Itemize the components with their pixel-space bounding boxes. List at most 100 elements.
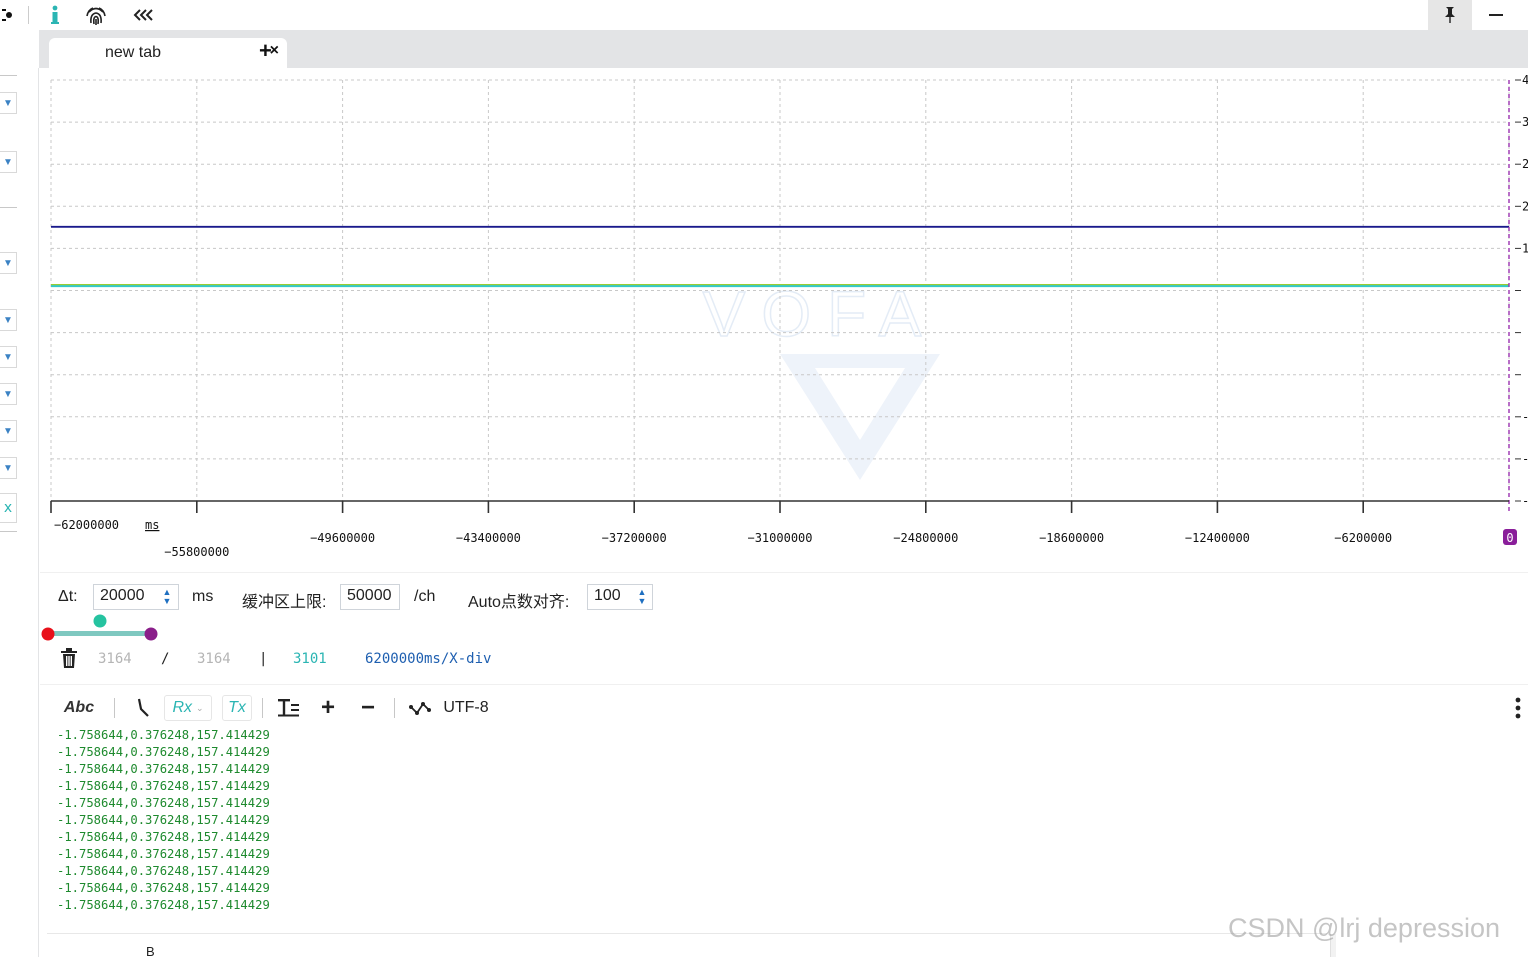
text-mode-button[interactable]: Abc xyxy=(62,695,96,721)
status-row: 3164 / 3164 | 3101 6200000ms/X-div xyxy=(40,646,1528,676)
log-line: -1.758644,0.376248,157.414429 xyxy=(57,762,270,776)
left-side-panel: ▼ ▼ ▼ ▼ ▼ ▼ ▼ ▼ x xyxy=(0,30,18,957)
dt-stepper[interactable]: ▲ ▼ xyxy=(157,584,177,610)
x-axis-ticks: −62000000 −55800000 −49600000 −43400000 −372… xyxy=(50,501,1392,559)
slider-mid-handle[interactable] xyxy=(93,614,107,628)
screenshot-icon[interactable] xyxy=(0,0,18,30)
right-axis-label: 1 xyxy=(1522,241,1528,255)
dt-unit: ms xyxy=(192,588,214,605)
receive-log[interactable]: -1.758644,0.376248,157.414429 -1.758644,0… xyxy=(57,727,270,914)
tab-new-tab[interactable]: new tab × xyxy=(49,38,287,68)
plot-mode-icon[interactable] xyxy=(408,695,432,721)
chevron-down-icon[interactable]: ▼ xyxy=(0,309,17,331)
x-tick-label: −37200000 xyxy=(602,531,667,545)
slider-end-handle[interactable] xyxy=(144,627,158,641)
x-axis-unit: ms xyxy=(145,518,159,532)
info-icon[interactable] xyxy=(44,0,66,30)
chevron-down-icon[interactable]: ▼ xyxy=(0,252,17,274)
tx-toggle[interactable]: Tx xyxy=(222,695,252,721)
x-tick-label: −12400000 xyxy=(1185,531,1250,545)
chevron-down-icon[interactable]: ▼ xyxy=(0,346,17,368)
count-separator: / xyxy=(161,651,170,667)
x-tick-label: −43400000 xyxy=(456,531,521,545)
log-line: -1.758644,0.376248,157.414429 xyxy=(57,796,270,810)
chart-grid xyxy=(50,79,1510,502)
zoom-in-button[interactable]: + xyxy=(316,694,340,721)
log-line: -1.758644,0.376248,157.414429 xyxy=(57,779,270,793)
more-options-icon[interactable] xyxy=(1508,695,1528,721)
x-tick-label: −18600000 xyxy=(1039,531,1104,545)
buffer-input[interactable]: 50000 xyxy=(340,584,400,610)
pin-button[interactable] xyxy=(1428,0,1472,30)
add-tab-button[interactable]: + xyxy=(259,40,272,62)
send-area-label: B xyxy=(146,944,155,957)
zoom-out-button[interactable]: − xyxy=(356,694,380,721)
right-axis-label: - xyxy=(1522,410,1528,424)
x-tick-label: −31000000 xyxy=(747,531,812,545)
watermark-text: VOFA xyxy=(703,278,938,350)
status-separator: | xyxy=(259,651,268,667)
trash-icon[interactable] xyxy=(60,648,78,672)
log-line: -1.758644,0.376248,157.414429 xyxy=(57,847,270,861)
buffer-unit: /ch xyxy=(414,588,436,605)
dt-label: Δt: xyxy=(58,588,78,605)
total-count: 3164 xyxy=(197,651,231,667)
chevron-down-icon[interactable]: ▼ xyxy=(0,151,17,173)
right-axis-label: 2 xyxy=(1522,157,1528,171)
x-div-scale: 6200000ms/X-div xyxy=(365,651,492,667)
top-toolbar xyxy=(0,0,1528,30)
rx-toggle[interactable]: Rx ⌄ xyxy=(164,695,212,721)
right-axis-label: 3 xyxy=(1522,115,1528,129)
right-axis-label: 2 xyxy=(1522,199,1528,213)
text-format-icon[interactable] xyxy=(276,695,302,721)
fingerprint-icon[interactable] xyxy=(83,0,109,30)
log-line: -1.758644,0.376248,157.414429 xyxy=(57,898,270,912)
log-line: -1.758644,0.376248,157.414429 xyxy=(57,830,270,844)
cursor-badge[interactable]: 0 xyxy=(1503,529,1517,545)
panel-divider xyxy=(0,75,17,76)
right-axis-label: - xyxy=(1522,452,1528,466)
workarea-border xyxy=(38,68,39,957)
right-axis-label: 4 xyxy=(1522,73,1528,87)
pin-icon xyxy=(1445,7,1455,23)
toolbar-separator xyxy=(114,698,115,718)
toolbar-separator xyxy=(394,698,395,718)
minimize-button[interactable] xyxy=(1474,0,1518,30)
right-axis-label: - xyxy=(1522,494,1528,508)
cursor-badge-label: 0 xyxy=(1506,531,1513,545)
range-slider[interactable] xyxy=(40,610,170,644)
tab-label: new tab xyxy=(105,44,162,61)
waveform-chart[interactable]: VOFA −62000000−55800000−49600000 −4340000… xyxy=(40,68,1528,568)
frame-count: 3101 xyxy=(293,651,327,667)
panel-divider xyxy=(0,207,17,208)
receive-toolbar: Abc Rx ⌄ Tx + − UTF-8 xyxy=(40,684,1528,728)
x-tick-label: −6200000 xyxy=(1334,531,1392,545)
tab-bar: new tab × + xyxy=(39,30,1528,68)
acquisition-controls: Δt: 20000 ▲ ▼ ms 缓冲区上限: 50000 /ch Auto点数对… xyxy=(40,572,1528,620)
right-axis-ticks: 4 3 2 2 1 - - - xyxy=(1515,73,1528,508)
x-tick-label: −62000000 xyxy=(54,518,119,532)
auto-align-stepper[interactable]: ▲ ▼ xyxy=(632,584,652,610)
chevron-down-icon[interactable]: ▼ xyxy=(0,383,17,405)
chevron-down-icon[interactable]: ▼ xyxy=(0,457,17,479)
chevron-down-icon: ⌄ xyxy=(196,702,204,713)
received-count: 3164 xyxy=(98,651,132,667)
page-watermark: CSDN @lrj depression xyxy=(1228,913,1500,943)
left-panel-action[interactable]: x xyxy=(0,493,17,523)
encoding-select[interactable]: UTF-8 xyxy=(440,695,492,721)
collapse-left-icon[interactable] xyxy=(130,0,158,30)
slider-track xyxy=(48,631,152,636)
minimize-icon xyxy=(1489,14,1503,16)
x-tick-label: −49600000 xyxy=(310,531,375,545)
x-tick-label: −55800000 xyxy=(164,545,229,559)
panel-divider xyxy=(0,531,17,532)
auto-align-label: Auto点数对齐: xyxy=(468,594,570,611)
toolbar-separator xyxy=(262,698,263,718)
slider-start-handle[interactable] xyxy=(41,627,55,641)
timestamp-icon[interactable] xyxy=(132,695,154,721)
log-line: -1.758644,0.376248,157.414429 xyxy=(57,881,270,895)
chevron-down-icon[interactable]: ▼ xyxy=(0,92,17,114)
log-line: -1.758644,0.376248,157.414429 xyxy=(57,728,270,742)
chevron-down-icon[interactable]: ▼ xyxy=(0,420,17,442)
vofa-watermark: VOFA xyxy=(702,277,940,480)
